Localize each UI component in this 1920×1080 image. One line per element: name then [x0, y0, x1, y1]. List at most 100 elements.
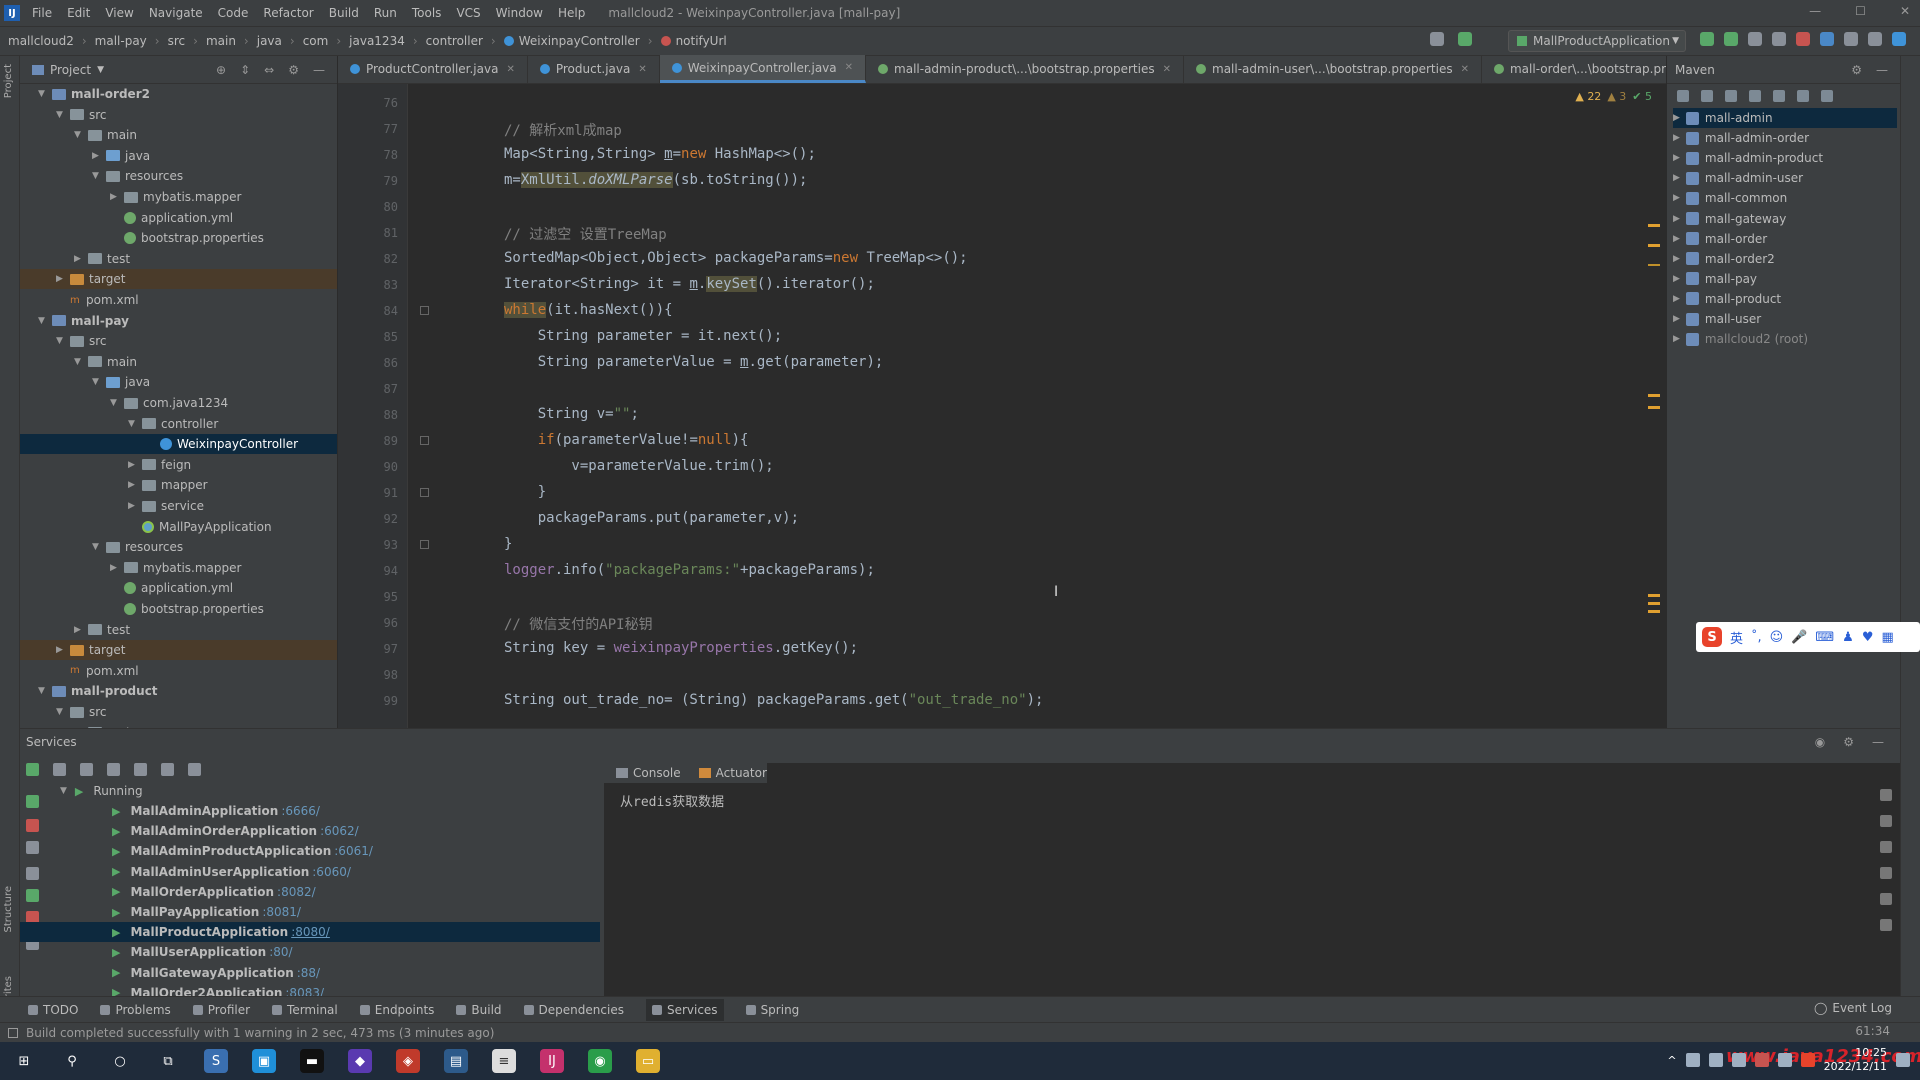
- add-icon[interactable]: [188, 763, 201, 776]
- menu-help[interactable]: Help: [558, 6, 585, 20]
- tree-node-weixinpaycontroller[interactable]: WeixinpayController: [20, 434, 337, 455]
- code-line[interactable]: String parameterValue = m.get(parameter)…: [504, 354, 884, 370]
- maven-module-mall-order2[interactable]: ▶ mall-order2: [1673, 249, 1775, 269]
- event-log-button[interactable]: ◯ Event Log: [1814, 1001, 1892, 1015]
- chrome-icon[interactable]: ◉: [588, 1049, 612, 1073]
- bottom-tab-profiler[interactable]: Profiler: [192, 1003, 250, 1017]
- inspection-widget[interactable]: ▲ 22 ▲ 3 ✔ 5: [1575, 90, 1652, 103]
- tree-node-application-yml[interactable]: application.yml: [20, 578, 337, 598]
- tree-node-src[interactable]: ▼ src: [20, 331, 337, 351]
- tree-node-mallpayapplication[interactable]: MallPayApplication: [20, 517, 337, 537]
- settings-gear-icon[interactable]: [1868, 32, 1882, 46]
- chevron-right-icon[interactable]: ▶: [1673, 113, 1680, 123]
- terminal-icon[interactable]: ▬: [300, 1049, 324, 1073]
- chevron-right-icon[interactable]: ▶: [110, 563, 124, 573]
- error-stripe[interactable]: [1648, 104, 1662, 704]
- code-line[interactable]: }: [504, 536, 512, 552]
- breadcrumb-item[interactable]: com: [303, 34, 329, 48]
- service-port-link[interactable]: :6666/: [281, 804, 320, 818]
- code-editor[interactable]: 7576777879808182838485868788899091929394…: [338, 84, 1666, 728]
- breadcrumb-item[interactable]: java: [257, 34, 282, 48]
- services-group-running[interactable]: ▼ ▶ Running: [60, 781, 640, 801]
- expand-all-icon[interactable]: ⇕: [240, 63, 250, 77]
- close-tab-icon[interactable]: ✕: [1461, 64, 1469, 75]
- rerun-icon[interactable]: [1700, 32, 1714, 46]
- tree-node-resources[interactable]: ▼ resources: [20, 166, 337, 186]
- tree-node-src[interactable]: ▼ src: [20, 702, 337, 722]
- close-tab-icon[interactable]: ✕: [506, 64, 514, 75]
- keyboard-icon[interactable]: ⌨: [1815, 630, 1834, 645]
- service-port-link[interactable]: :80/: [269, 945, 292, 959]
- filter-icon[interactable]: [134, 763, 147, 776]
- download-icon[interactable]: [1725, 90, 1737, 102]
- tree-node-test[interactable]: ▶ test: [20, 620, 337, 640]
- chevron-down-icon[interactable]: ▼: [128, 419, 142, 429]
- chevron-down-icon[interactable]: ▼: [92, 542, 106, 552]
- tree-node-mapper[interactable]: ▶ mapper: [20, 475, 337, 495]
- sogou-tray-icon[interactable]: [1800, 1053, 1815, 1067]
- service-mallpayapplication[interactable]: ▶ MallPayApplication:8081/: [20, 902, 600, 922]
- maven-module-mall-admin-user[interactable]: ▶ mall-admin-user: [1673, 168, 1803, 188]
- code-line[interactable]: while(it.hasNext()){: [504, 302, 673, 318]
- code-line[interactable]: v=parameterValue.trim();: [504, 458, 773, 474]
- chevron-right-icon[interactable]: ▶: [1673, 193, 1680, 203]
- add-icon[interactable]: [1749, 90, 1761, 102]
- chevron-right-icon[interactable]: ▶: [128, 501, 142, 511]
- chevron-right-icon[interactable]: ▶: [128, 480, 142, 490]
- app-folder-icon[interactable]: ▣: [252, 1049, 276, 1073]
- punctuation-icon[interactable]: ˚,: [1751, 630, 1762, 645]
- tab-mall-admin-user[interactable]: mall-admin-user\...\bootstrap.properties…: [1184, 55, 1482, 83]
- search-icon[interactable]: ⚲: [60, 1049, 84, 1073]
- maximize-icon[interactable]: ☐: [1855, 4, 1866, 18]
- code-line[interactable]: // 解析xml成map: [504, 120, 622, 140]
- chevron-right-icon[interactable]: ▶: [92, 151, 106, 161]
- app-s-icon[interactable]: S: [204, 1049, 228, 1073]
- chevron-right-icon[interactable]: ▶: [1673, 254, 1680, 264]
- tree-node-resources[interactable]: ▼ resources: [20, 537, 337, 557]
- tree-node-src[interactable]: ▼ src: [20, 105, 337, 125]
- caret-position[interactable]: 61:34: [1855, 1024, 1890, 1038]
- maven-module-mall-admin-product[interactable]: ▶ mall-admin-product: [1673, 148, 1823, 168]
- chevron-down-icon[interactable]: ▼: [56, 336, 70, 346]
- chevron-right-icon[interactable]: ▶: [56, 274, 70, 284]
- breadcrumb-item[interactable]: mall-pay: [95, 34, 147, 48]
- tree-node-controller[interactable]: ▼ controller: [20, 414, 337, 434]
- grid-icon[interactable]: ▦: [1881, 630, 1893, 645]
- tree-node-mybatis-mapper[interactable]: ▶ mybatis.mapper: [20, 187, 337, 207]
- update-icon[interactable]: [1820, 32, 1834, 46]
- code-line[interactable]: // 微信支付的API秘钥: [504, 614, 653, 634]
- breadcrumb-item[interactable]: java1234: [349, 34, 405, 48]
- service-malladminapplication[interactable]: ▶ MallAdminApplication:6666/: [20, 801, 600, 821]
- bottom-tab-terminal[interactable]: Terminal: [272, 1003, 338, 1017]
- collapse-all-icon[interactable]: ⇔: [264, 63, 274, 77]
- chevron-down-icon[interactable]: ▼: [38, 316, 52, 326]
- breadcrumb-item[interactable]: WeixinpayController: [503, 34, 640, 48]
- service-malladminuserapplication[interactable]: ▶ MallAdminUserApplication:6060/: [20, 862, 600, 882]
- tree-node-mybatis-mapper[interactable]: ▶ mybatis.mapper: [20, 558, 337, 578]
- emoji-icon[interactable]: ☺: [1770, 630, 1784, 645]
- chevron-right-icon[interactable]: ▶: [1673, 153, 1680, 163]
- scroll-up-icon[interactable]: [1880, 789, 1892, 801]
- remote-desktop-icon[interactable]: ▤: [444, 1049, 468, 1073]
- console-area[interactable]: [604, 763, 1900, 997]
- toggle-offline-icon[interactable]: [1821, 90, 1833, 102]
- chevron-down-icon[interactable]: ▼: [74, 357, 88, 367]
- microphone-icon[interactable]: 🎤: [1791, 630, 1807, 645]
- stop-icon[interactable]: [1796, 32, 1810, 46]
- search-icon[interactable]: [1844, 32, 1858, 46]
- collapse-all-icon[interactable]: [80, 763, 93, 776]
- menu-run[interactable]: Run: [374, 6, 397, 20]
- code-line[interactable]: SortedMap<Object,Object> packageParams=n…: [504, 250, 968, 266]
- bottom-tab-todo[interactable]: TODO: [28, 1003, 78, 1017]
- chevron-right-icon[interactable]: ▶: [1673, 274, 1680, 284]
- chevron-down-icon[interactable]: ▼: [110, 398, 124, 408]
- user-icon[interactable]: [1430, 32, 1444, 46]
- microphone-icon[interactable]: [1685, 1053, 1700, 1067]
- chevron-down-icon[interactable]: ▼: [38, 89, 52, 99]
- close-icon[interactable]: ✕: [1900, 4, 1910, 18]
- display-icon[interactable]: [1731, 1053, 1746, 1067]
- app-tray-icon[interactable]: [1754, 1053, 1769, 1067]
- chevron-right-icon[interactable]: ▶: [1673, 234, 1680, 244]
- chevron-right-icon[interactable]: ▶: [56, 645, 70, 655]
- tree-node-bootstrap-properties[interactable]: bootstrap.properties: [20, 228, 337, 248]
